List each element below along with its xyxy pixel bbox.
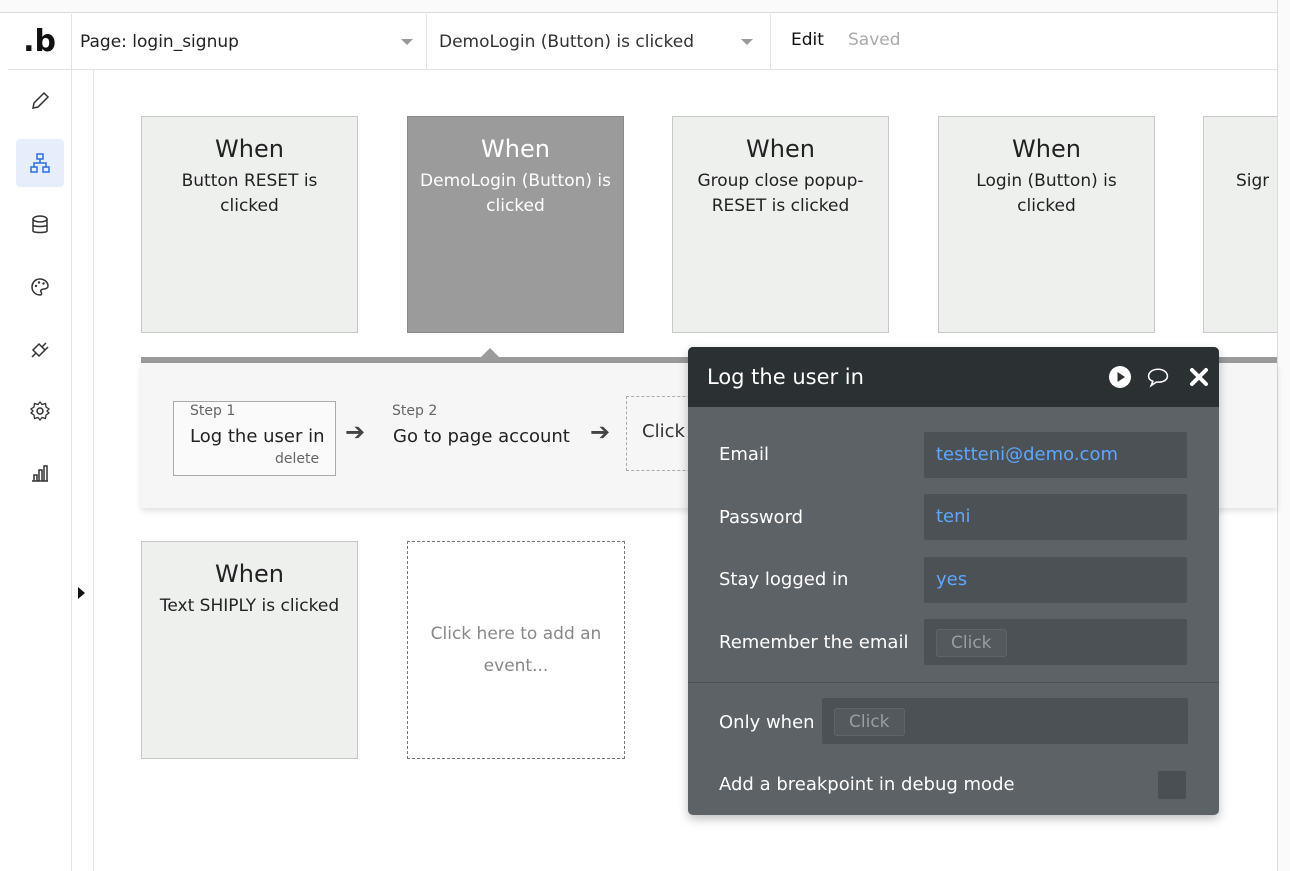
window-frame-top <box>0 0 1290 13</box>
property-editor: Log the user in Email testteni@demo.com … <box>688 347 1219 815</box>
event-when <box>1204 135 1277 163</box>
arrow-right-icon: ➔ <box>590 418 611 446</box>
property-editor-header[interactable]: Log the user in <box>688 347 1219 407</box>
event-when: When <box>215 135 284 163</box>
divider <box>688 682 1219 683</box>
edit-menu[interactable]: Edit <box>791 30 824 50</box>
sidebar-item-settings[interactable] <box>16 387 64 435</box>
page-selector[interactable]: Page: login_signup <box>71 14 427 69</box>
event-when: When <box>481 135 550 163</box>
bubble-logo[interactable]: .b <box>8 14 72 69</box>
sidebar-item-plugins[interactable] <box>16 325 64 373</box>
stay-logged-in-field[interactable]: yes <box>924 557 1187 603</box>
workflow-icon <box>30 153 50 173</box>
password-field[interactable]: teni <box>924 494 1187 540</box>
step-number: Step 1 <box>190 403 236 419</box>
event-description: Group close popup-RESET is clicked <box>697 171 864 216</box>
event-card[interactable]: When Button RESET is clicked <box>141 116 358 333</box>
comment-icon[interactable] <box>1146 365 1170 389</box>
delete-step-link[interactable]: delete <box>275 451 319 467</box>
remember-email-label: Remember the email <box>719 632 909 653</box>
event-card[interactable]: When Text SHIPLY is clicked <box>141 541 358 759</box>
remember-email-click[interactable]: Click <box>936 629 1007 657</box>
event-card[interactable]: SignU <box>1203 116 1277 333</box>
window-frame-right <box>1277 0 1290 871</box>
stay-logged-in-label: Stay logged in <box>719 569 849 590</box>
sidebar-item-logs[interactable] <box>16 449 64 497</box>
only-when-field[interactable]: Click <box>822 698 1188 744</box>
close-icon[interactable] <box>1187 365 1211 389</box>
pencil-icon <box>32 91 50 109</box>
play-icon[interactable] <box>1108 365 1132 389</box>
save-status: Saved <box>848 30 901 50</box>
database-icon <box>32 215 48 234</box>
event-when: When <box>215 560 284 588</box>
step-title: Go to page account <box>393 426 570 447</box>
event-selector[interactable]: DemoLogin (Button) is clicked <box>427 14 771 69</box>
step-card[interactable]: Step 2 Go to page account <box>388 400 578 460</box>
event-description: Button RESET is clicked <box>181 171 318 216</box>
sidebar-item-styles[interactable] <box>16 263 64 311</box>
email-field[interactable]: testteni@demo.com <box>924 432 1187 478</box>
selected-event-pointer <box>480 348 500 358</box>
event-when: When <box>746 135 815 163</box>
breakpoint-checkbox[interactable] <box>1158 771 1186 799</box>
chart-icon <box>32 465 48 482</box>
event-when: When <box>1012 135 1081 163</box>
only-when-click[interactable]: Click <box>834 708 905 736</box>
event-description: Login (Button) is clicked <box>976 171 1117 216</box>
page-selector-label: Page: login_signup <box>80 31 239 52</box>
top-bar: .b Page: login_signup DemoLogin (Button)… <box>8 14 1277 70</box>
step-number: Step 2 <box>392 403 438 419</box>
event-card[interactable]: When Group close popup-RESET is clicked <box>672 116 889 333</box>
only-when-label: Only when <box>719 712 815 733</box>
event-description: DemoLogin (Button) is clicked <box>420 171 611 216</box>
sidebar-item-design[interactable] <box>16 77 64 125</box>
email-label: Email <box>719 444 769 465</box>
event-description: Text SHIPLY is clicked <box>159 596 340 616</box>
chevron-down-icon <box>741 39 753 45</box>
add-event-button[interactable]: Click here to add an event... <box>407 541 625 759</box>
add-event-label: Click here to add an event... <box>430 624 602 676</box>
arrow-right-icon: ➔ <box>345 418 366 446</box>
password-value: teni <box>936 506 971 527</box>
sidebar <box>8 70 72 871</box>
event-selector-label: DemoLogin (Button) is clicked <box>439 31 694 52</box>
sidebar-item-data[interactable] <box>16 201 64 249</box>
sidebar-item-workflow[interactable] <box>16 139 64 187</box>
stay-logged-in-value: yes <box>936 569 968 590</box>
password-label: Password <box>719 507 804 528</box>
panel-border <box>93 70 94 871</box>
event-card-selected[interactable]: When DemoLogin (Button) is clicked <box>407 116 624 333</box>
event-card[interactable]: When Login (Button) is clicked <box>938 116 1155 333</box>
palette-icon <box>31 278 49 296</box>
remember-email-field[interactable]: Click <box>924 619 1187 665</box>
add-step-label: Click <box>642 421 685 442</box>
plug-icon <box>31 342 49 358</box>
step-title: Log the user in <box>190 426 325 447</box>
breakpoint-label: Add a breakpoint in debug mode <box>719 774 1015 795</box>
email-value: testteni@demo.com <box>936 444 1119 465</box>
property-editor-title: Log the user in <box>707 365 864 389</box>
gear-icon <box>29 400 51 422</box>
expand-panel-icon[interactable] <box>78 587 85 599</box>
event-description: SignU <box>1236 171 1269 191</box>
chevron-down-icon <box>401 39 413 45</box>
